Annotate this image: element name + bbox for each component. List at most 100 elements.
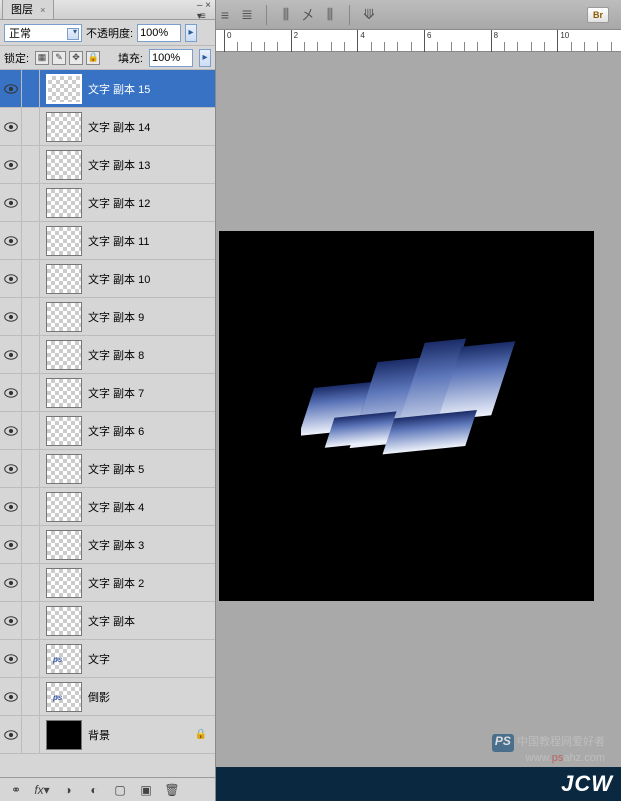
link-layers-icon[interactable]: ⚭ xyxy=(8,783,24,797)
layer-thumbnail[interactable] xyxy=(46,720,82,750)
bridge-button[interactable]: Br xyxy=(587,7,609,23)
layer-thumbnail[interactable] xyxy=(46,416,82,446)
layer-row[interactable]: 文字 副本 7 xyxy=(0,374,215,412)
link-cell[interactable] xyxy=(22,298,40,336)
layer-thumbnail[interactable] xyxy=(46,112,82,142)
layer-thumbnail[interactable] xyxy=(46,226,82,256)
link-cell[interactable] xyxy=(22,488,40,526)
link-cell[interactable] xyxy=(22,602,40,640)
opacity-input[interactable]: 100% xyxy=(137,24,181,42)
distribute-icon-3[interactable]: ⫼ xyxy=(321,6,339,24)
link-cell[interactable] xyxy=(22,678,40,716)
visibility-eye-icon[interactable] xyxy=(0,298,22,336)
visibility-eye-icon[interactable] xyxy=(0,564,22,602)
layer-row[interactable]: 文字 副本 5 xyxy=(0,450,215,488)
visibility-eye-icon[interactable] xyxy=(0,70,22,108)
layer-thumbnail[interactable] xyxy=(46,530,82,560)
adjustment-icon[interactable]: ◐ xyxy=(86,783,102,797)
layer-thumbnail[interactable] xyxy=(46,264,82,294)
link-cell[interactable] xyxy=(22,374,40,412)
layer-row[interactable]: 文字 副本 15 xyxy=(0,70,215,108)
link-cell[interactable] xyxy=(22,108,40,146)
layer-row[interactable]: 背景🔒 xyxy=(0,716,215,754)
layer-row[interactable]: 文字 副本 14 xyxy=(0,108,215,146)
layer-thumbnail[interactable] xyxy=(46,606,82,636)
tab-layers[interactable]: 图层 × xyxy=(2,0,54,19)
layer-thumbnail[interactable]: ps xyxy=(46,644,82,674)
layer-thumbnail[interactable] xyxy=(46,188,82,218)
panel-menu-icon[interactable]: – ×▾≡ xyxy=(197,0,211,22)
link-cell[interactable] xyxy=(22,260,40,298)
layer-row[interactable]: 文字 副本 13 xyxy=(0,146,215,184)
layer-row[interactable]: 文字 副本 10 xyxy=(0,260,215,298)
link-cell[interactable] xyxy=(22,146,40,184)
align-icon-2[interactable]: ≣ xyxy=(238,6,256,24)
layer-thumbnail[interactable] xyxy=(46,150,82,180)
lock-position-icon[interactable]: ✥ xyxy=(69,51,83,65)
layer-thumbnail[interactable] xyxy=(46,74,82,104)
layer-row[interactable]: ps倒影 xyxy=(0,678,215,716)
visibility-eye-icon[interactable] xyxy=(0,412,22,450)
visibility-eye-icon[interactable] xyxy=(0,184,22,222)
link-cell[interactable] xyxy=(22,222,40,260)
layer-row[interactable]: 文字 副本 11 xyxy=(0,222,215,260)
visibility-eye-icon[interactable] xyxy=(0,450,22,488)
trash-icon[interactable]: 🗑 xyxy=(164,783,180,797)
link-cell[interactable] xyxy=(22,70,40,108)
layer-list[interactable]: 文字 副本 15文字 副本 14文字 副本 13文字 副本 12文字 副本 11… xyxy=(0,70,215,777)
link-cell[interactable] xyxy=(22,184,40,222)
opacity-flyout-icon[interactable]: ▸ xyxy=(185,24,197,42)
fill-flyout-icon[interactable]: ▸ xyxy=(199,49,211,67)
lock-pixels-icon[interactable]: ✎ xyxy=(52,51,66,65)
align-icon-1[interactable]: ≡ xyxy=(216,6,234,24)
link-cell[interactable] xyxy=(22,412,40,450)
distribute-icon-2[interactable]: 㐅 xyxy=(299,6,317,24)
link-cell[interactable] xyxy=(22,526,40,564)
layer-row[interactable]: 文字 副本 xyxy=(0,602,215,640)
visibility-eye-icon[interactable] xyxy=(0,336,22,374)
visibility-eye-icon[interactable] xyxy=(0,602,22,640)
link-cell[interactable] xyxy=(22,336,40,374)
arrange-icon[interactable]: ⟱ xyxy=(360,6,378,24)
visibility-eye-icon[interactable] xyxy=(0,640,22,678)
link-cell[interactable] xyxy=(22,450,40,488)
layer-row[interactable]: 文字 副本 6 xyxy=(0,412,215,450)
lock-all-icon[interactable]: 🔒 xyxy=(86,51,100,65)
mask-icon[interactable]: ◑ xyxy=(60,783,76,797)
layer-thumbnail[interactable]: ps xyxy=(46,682,82,712)
visibility-eye-icon[interactable] xyxy=(0,678,22,716)
layer-row[interactable]: 文字 副本 4 xyxy=(0,488,215,526)
distribute-icon-1[interactable]: ⫼ xyxy=(277,6,295,24)
layer-thumbnail[interactable] xyxy=(46,568,82,598)
layer-thumbnail[interactable] xyxy=(46,492,82,522)
group-icon[interactable]: ▢ xyxy=(112,783,128,797)
visibility-eye-icon[interactable] xyxy=(0,146,22,184)
layer-row[interactable]: 文字 副本 9 xyxy=(0,298,215,336)
link-cell[interactable] xyxy=(22,564,40,602)
visibility-eye-icon[interactable] xyxy=(0,108,22,146)
visibility-eye-icon[interactable] xyxy=(0,526,22,564)
layer-row[interactable]: 文字 副本 2 xyxy=(0,564,215,602)
layer-thumbnail[interactable] xyxy=(46,302,82,332)
blend-mode-dropdown[interactable]: 正常 xyxy=(4,24,82,42)
link-cell[interactable] xyxy=(22,640,40,678)
visibility-eye-icon[interactable] xyxy=(0,716,22,754)
canvas[interactable] xyxy=(219,231,594,601)
layer-row[interactable]: ps文字 xyxy=(0,640,215,678)
layer-thumbnail[interactable] xyxy=(46,340,82,370)
layer-row[interactable]: 文字 副本 8 xyxy=(0,336,215,374)
fill-input[interactable]: 100% xyxy=(149,49,193,67)
layer-row[interactable]: 文字 副本 3 xyxy=(0,526,215,564)
link-cell[interactable] xyxy=(22,716,40,754)
lock-transparency-icon[interactable]: ▦ xyxy=(35,51,49,65)
visibility-eye-icon[interactable] xyxy=(0,374,22,412)
layer-thumbnail[interactable] xyxy=(46,378,82,408)
visibility-eye-icon[interactable] xyxy=(0,488,22,526)
layer-thumbnail[interactable] xyxy=(46,454,82,484)
fx-icon[interactable]: fx▾ xyxy=(34,783,50,797)
visibility-eye-icon[interactable] xyxy=(0,260,22,298)
close-icon[interactable]: × xyxy=(40,5,45,15)
visibility-eye-icon[interactable] xyxy=(0,222,22,260)
new-layer-icon[interactable]: ▣ xyxy=(138,783,154,797)
layer-row[interactable]: 文字 副本 12 xyxy=(0,184,215,222)
